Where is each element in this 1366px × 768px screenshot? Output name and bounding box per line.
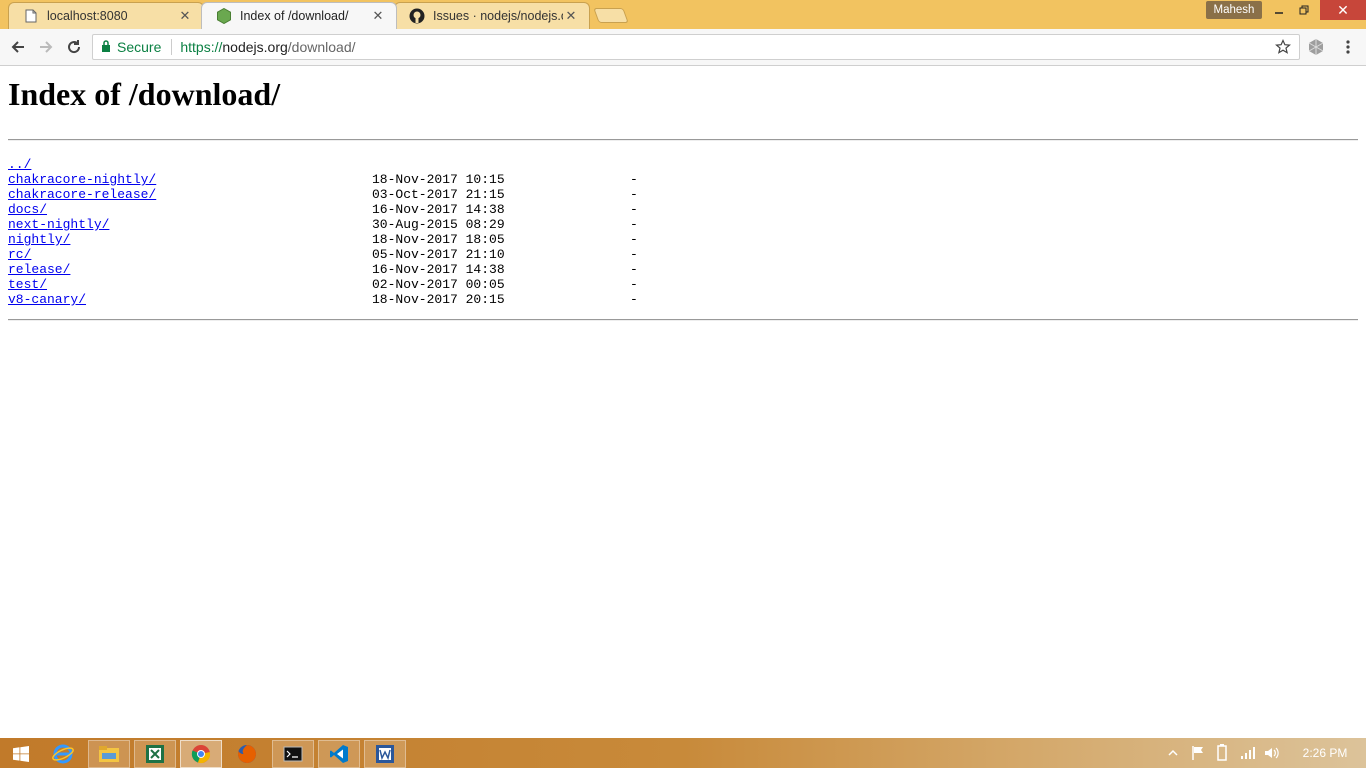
internet-explorer-icon[interactable] (42, 740, 84, 768)
tab-label: Index of /download/ (240, 9, 349, 23)
show-hidden-icons-icon[interactable] (1168, 738, 1178, 768)
word-icon[interactable] (364, 740, 406, 768)
page-title: Index of /download/ (8, 76, 281, 112)
forward-icon[interactable] (36, 37, 56, 57)
entry-date: 18-Nov-2017 10:15 (372, 172, 505, 187)
secure-indicator[interactable]: Secure (101, 39, 161, 55)
url-text: https://nodejs.org/download/ (180, 39, 355, 55)
tab-index-download[interactable]: Index of /download/ ✕ (201, 2, 397, 29)
network-icon[interactable] (1240, 738, 1256, 768)
bookmark-star-icon[interactable] (1275, 39, 1291, 58)
back-icon[interactable] (8, 37, 28, 57)
windows-taskbar: 2:26 PM (0, 738, 1366, 768)
github-icon (409, 8, 425, 24)
page-content: Index of /download/ ../chakracore-nightl… (8, 66, 1358, 321)
browser-toolbar: Secure https://nodejs.org/download/ (0, 29, 1366, 66)
dir-link-nightly[interactable]: nightly/ (8, 232, 70, 247)
entry-size: - (630, 202, 638, 217)
tab-label: Issues · nodejs/nodejs.org (433, 9, 563, 23)
entry-size: - (630, 277, 638, 292)
chrome-icon[interactable] (180, 740, 222, 768)
title-bar: localhost:8080 ✕ Index of /download/ ✕ I… (0, 0, 1366, 29)
entry-date: 30-Aug-2015 08:29 (372, 217, 505, 232)
tab-label: localhost:8080 (47, 9, 128, 23)
bottom-divider (8, 319, 1358, 321)
listing-row: docs/16-Nov-2017 14:38 - (8, 202, 1358, 217)
dir-link-next-nightly[interactable]: next-nightly/ (8, 217, 109, 232)
excel-icon[interactable] (134, 740, 176, 768)
url-scheme: https:// (180, 39, 223, 55)
dir-link-release[interactable]: release/ (8, 262, 70, 277)
entry-date: 05-Nov-2017 21:10 (372, 247, 505, 262)
entry-date: 16-Nov-2017 14:38 (372, 202, 505, 217)
listing-row: next-nightly/30-Aug-2015 08:29 - (8, 217, 1358, 232)
directory-listing: ../chakracore-nightly/18-Nov-2017 10:15 -… (8, 157, 1358, 307)
file-explorer-icon[interactable] (88, 740, 130, 768)
cmd-icon[interactable] (272, 740, 314, 768)
secure-label: Secure (117, 39, 162, 55)
firefox-icon[interactable] (226, 740, 268, 768)
tab-localhost[interactable]: localhost:8080 ✕ (8, 2, 204, 29)
url-path: /download/ (287, 39, 356, 55)
new-tab-button[interactable] (593, 8, 629, 23)
close-window-icon[interactable]: ✕ (1320, 0, 1366, 20)
listing-row-parent: ../ (8, 157, 1358, 172)
entry-date: 03-Oct-2017 21:15 (372, 187, 505, 202)
omnibox-separator (171, 39, 173, 55)
dir-link-docs[interactable]: docs/ (8, 202, 47, 217)
url-host: nodejs.org (222, 39, 288, 55)
address-bar[interactable]: Secure https://nodejs.org/download/ (92, 34, 1300, 60)
entry-date: 18-Nov-2017 20:15 (372, 292, 505, 307)
listing-row: release/16-Nov-2017 14:38 - (8, 262, 1358, 277)
listing-row: test/02-Nov-2017 00:05 - (8, 277, 1358, 292)
volume-icon[interactable] (1264, 738, 1280, 768)
listing-row: chakracore-nightly/18-Nov-2017 10:15 - (8, 172, 1358, 187)
dir-link-rc[interactable]: rc/ (8, 247, 31, 262)
entry-date: 18-Nov-2017 18:05 (372, 232, 505, 247)
entry-date: 02-Nov-2017 00:05 (372, 277, 505, 292)
dir-link-chakracore-release[interactable]: chakracore-release/ (8, 187, 156, 202)
browser-menu-icon[interactable] (1340, 37, 1356, 57)
nodejs-icon (216, 8, 232, 24)
dir-link-test[interactable]: test/ (8, 277, 47, 292)
clock[interactable]: 2:26 PM (1290, 738, 1360, 768)
lock-icon (101, 39, 111, 55)
close-tab-icon[interactable]: ✕ (370, 8, 386, 24)
extension-icon[interactable] (1306, 37, 1326, 57)
vscode-icon[interactable] (318, 740, 360, 768)
close-tab-icon[interactable]: ✕ (563, 8, 579, 24)
entry-date: 16-Nov-2017 14:38 (372, 262, 505, 277)
listing-row: nightly/18-Nov-2017 18:05 - (8, 232, 1358, 247)
page-icon (23, 8, 39, 24)
tab-github-issues[interactable]: Issues · nodejs/nodejs.org ✕ (394, 2, 590, 29)
entry-size: - (630, 292, 638, 307)
profile-button[interactable]: Mahesh (1206, 1, 1262, 19)
dir-link-v8-canary[interactable]: v8-canary/ (8, 292, 86, 307)
listing-row: rc/05-Nov-2017 21:10 - (8, 247, 1358, 262)
parent-directory-link[interactable]: ../ (8, 157, 31, 172)
minimize-icon[interactable] (1266, 0, 1292, 20)
dir-link-chakracore-nightly[interactable]: chakracore-nightly/ (8, 172, 156, 187)
entry-size: - (630, 217, 638, 232)
reload-icon[interactable] (64, 37, 84, 57)
entry-size: - (630, 247, 638, 262)
listing-row: chakracore-release/03-Oct-2017 21:15 - (8, 187, 1358, 202)
entry-size: - (630, 232, 638, 247)
listing-row: v8-canary/18-Nov-2017 20:15 - (8, 292, 1358, 307)
entry-size: - (630, 187, 638, 202)
entry-size: - (630, 172, 638, 187)
close-tab-icon[interactable]: ✕ (177, 8, 193, 24)
entry-size: - (630, 262, 638, 277)
power-icon[interactable] (1214, 738, 1230, 768)
windows-start-icon[interactable] (0, 740, 42, 768)
restore-icon[interactable] (1291, 0, 1317, 20)
action-center-flag-icon[interactable] (1190, 738, 1206, 768)
